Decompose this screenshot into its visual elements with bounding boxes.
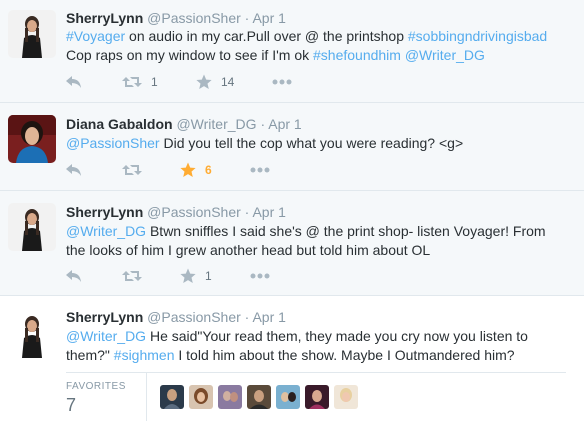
tweet-text: #Voyager on audio in my car.Pull over @ … bbox=[66, 27, 566, 65]
tweet-text: @Writer_DG He said"Your read them, they … bbox=[66, 327, 566, 365]
hashtag-link[interactable]: #shefoundhim bbox=[313, 47, 401, 63]
favorites-section: FAVORITES 7 bbox=[66, 372, 566, 421]
retweet-button[interactable]: 1 bbox=[122, 72, 158, 92]
mention-link[interactable]: @PassionSher bbox=[66, 135, 160, 151]
reply-icon bbox=[66, 164, 81, 176]
more-button[interactable] bbox=[272, 72, 292, 92]
tweet-text-segment: Did you tell the cop what you were readi… bbox=[159, 135, 464, 151]
tweet-2[interactable]: Diana Gabaldon @Writer_DG · Apr 1 @Passi… bbox=[0, 103, 584, 191]
star-icon bbox=[180, 162, 196, 177]
tweet-actions: 1 14 bbox=[66, 72, 366, 92]
more-icon bbox=[250, 167, 270, 173]
more-icon bbox=[250, 273, 270, 279]
tweet-text: @Writer_DG Btwn sniffles I said she's @ … bbox=[66, 222, 566, 260]
avatar[interactable] bbox=[8, 115, 56, 163]
timestamp[interactable]: Apr 1 bbox=[268, 116, 301, 132]
avatar[interactable] bbox=[8, 10, 56, 58]
user-handle[interactable]: @PassionSher bbox=[147, 10, 241, 26]
reply-button[interactable] bbox=[66, 160, 82, 180]
favoriter-avatar[interactable] bbox=[334, 385, 358, 409]
favorites-label: FAVORITES bbox=[66, 381, 126, 392]
timestamp[interactable]: Apr 1 bbox=[252, 10, 285, 26]
retweet-button[interactable] bbox=[122, 266, 142, 286]
tweet-3[interactable]: SherryLynn @PassionSher · Apr 1 @Writer_… bbox=[0, 191, 584, 296]
favorites-count[interactable]: 7 bbox=[66, 395, 76, 416]
display-name[interactable]: SherryLynn bbox=[66, 309, 143, 325]
favorite-button[interactable]: 6 bbox=[180, 160, 212, 180]
favoriter-avatar[interactable] bbox=[276, 385, 300, 409]
separator: · bbox=[244, 309, 250, 325]
tweet-text: @PassionSher Did you tell the cop what y… bbox=[66, 134, 566, 153]
tweet-header: SherryLynn @PassionSher · Apr 1 bbox=[66, 203, 286, 221]
favoriter-avatar[interactable] bbox=[189, 385, 213, 409]
more-button[interactable] bbox=[250, 160, 270, 180]
favoriter-avatar[interactable] bbox=[305, 385, 329, 409]
favorite-button[interactable]: 1 bbox=[180, 266, 212, 286]
tweet-header: SherryLynn @PassionSher · Apr 1 bbox=[66, 308, 286, 326]
tweet-header: Diana Gabaldon @Writer_DG · Apr 1 bbox=[66, 115, 302, 133]
display-name[interactable]: SherryLynn bbox=[66, 204, 143, 220]
retweet-icon bbox=[122, 165, 142, 175]
favoriter-avatar[interactable] bbox=[160, 385, 184, 409]
divider bbox=[146, 373, 147, 421]
separator: · bbox=[260, 116, 266, 132]
user-handle[interactable]: @Writer_DG bbox=[176, 116, 256, 132]
mention-link[interactable]: @Writer_DG bbox=[66, 223, 146, 239]
star-icon bbox=[196, 74, 212, 89]
retweet-count: 1 bbox=[151, 75, 158, 89]
favoriter-avatars bbox=[160, 385, 363, 409]
retweet-icon bbox=[122, 271, 142, 281]
retweet-button[interactable] bbox=[122, 160, 142, 180]
reply-icon bbox=[66, 270, 81, 282]
timestamp[interactable]: Apr 1 bbox=[252, 309, 285, 325]
tweet-text-segment: on audio in my car.Pull over @ the print… bbox=[125, 28, 408, 44]
user-handle[interactable]: @PassionSher bbox=[147, 204, 241, 220]
mention-link[interactable]: @Writer_DG bbox=[405, 47, 485, 63]
favoriter-avatar[interactable] bbox=[247, 385, 271, 409]
tweet-1[interactable]: SherryLynn @PassionSher · Apr 1 #Voyager… bbox=[0, 0, 584, 103]
tweet-text-segment: I told him about the show. Maybe I Outma… bbox=[174, 347, 515, 363]
tweet-actions: 1 bbox=[66, 266, 366, 286]
timestamp[interactable]: Apr 1 bbox=[252, 204, 285, 220]
retweet-icon bbox=[122, 77, 142, 87]
mention-link[interactable]: @Writer_DG bbox=[66, 328, 146, 344]
favorite-count: 1 bbox=[205, 269, 212, 283]
star-icon bbox=[180, 268, 196, 283]
hashtag-link[interactable]: #sobbingndrivingisbad bbox=[408, 28, 547, 44]
separator: · bbox=[244, 10, 250, 26]
user-handle[interactable]: @PassionSher bbox=[147, 309, 241, 325]
reply-button[interactable] bbox=[66, 266, 82, 286]
favorite-count: 6 bbox=[205, 163, 212, 177]
reply-button[interactable] bbox=[66, 72, 82, 92]
tweet-text-segment: Cop raps on my window to see if I'm ok bbox=[66, 47, 313, 63]
separator: · bbox=[244, 204, 250, 220]
tweet-actions: 6 bbox=[66, 160, 366, 180]
hashtag-link[interactable]: #sighmen bbox=[114, 347, 175, 363]
hashtag-link[interactable]: #Voyager bbox=[66, 28, 125, 44]
tweet-header: SherryLynn @PassionSher · Apr 1 bbox=[66, 9, 286, 27]
display-name[interactable]: SherryLynn bbox=[66, 10, 143, 26]
favoriter-avatar[interactable] bbox=[218, 385, 242, 409]
more-button[interactable] bbox=[250, 266, 270, 286]
more-icon bbox=[272, 79, 292, 85]
favorite-count: 14 bbox=[221, 75, 235, 89]
avatar[interactable] bbox=[8, 310, 56, 358]
reply-icon bbox=[66, 76, 81, 88]
display-name[interactable]: Diana Gabaldon bbox=[66, 116, 173, 132]
avatar[interactable] bbox=[8, 203, 56, 251]
favorite-button[interactable]: 14 bbox=[196, 72, 234, 92]
